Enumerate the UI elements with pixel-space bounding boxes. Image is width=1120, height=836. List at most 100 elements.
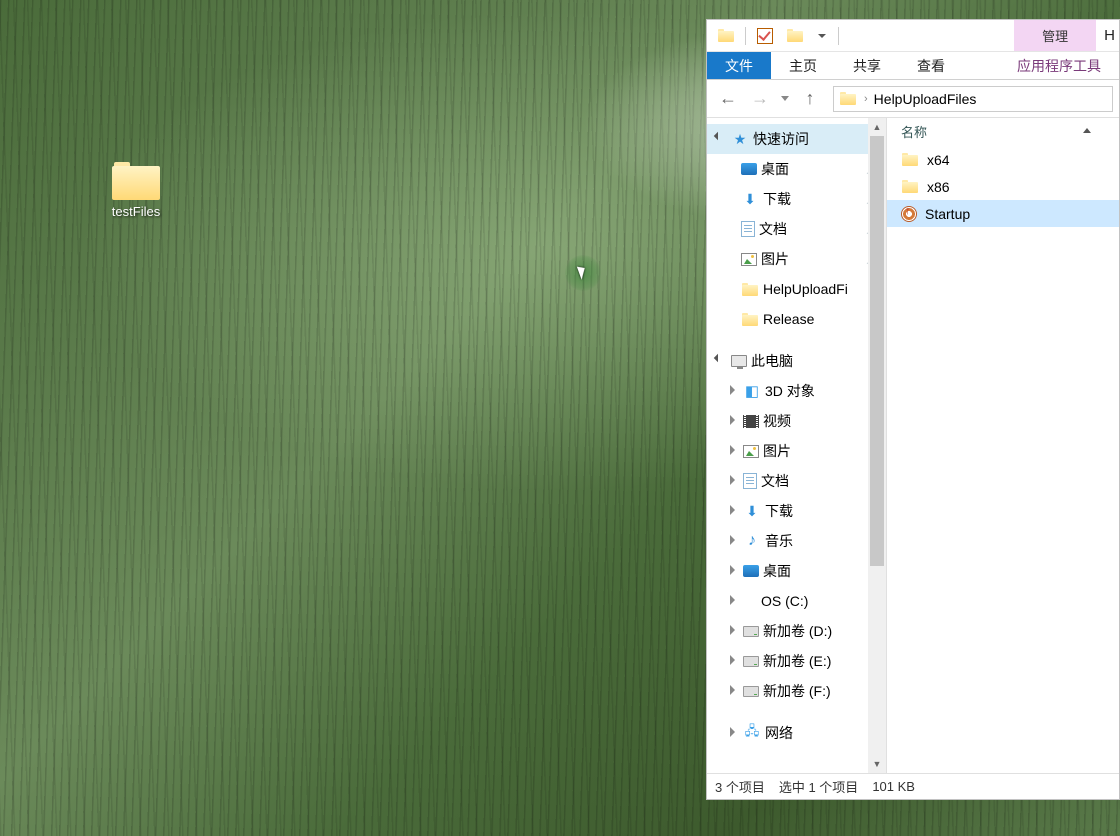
expander-icon[interactable] [727, 475, 739, 487]
nav-downloads-pc[interactable]: 下载 [707, 496, 886, 526]
sort-ascending-icon [1083, 128, 1091, 133]
breadcrumb-location[interactable]: HelpUploadFiles [874, 91, 977, 107]
content-pane: 名称 x64 x86 Startup [887, 118, 1119, 773]
status-selected-count: 选中 1 个项目 [779, 777, 858, 796]
tree-label: HelpUploadFi [763, 281, 848, 297]
tree-label: OS (C:) [761, 593, 808, 609]
breadcrumb-separator-icon[interactable]: › [864, 93, 868, 105]
nav-network[interactable]: 网络 [707, 718, 886, 748]
nav-this-pc[interactable]: 此电脑 [707, 346, 886, 376]
nav-videos[interactable]: 视频 [707, 406, 886, 436]
expander-icon[interactable] [727, 445, 739, 457]
documents-icon [741, 221, 755, 237]
file-name: Startup [925, 206, 970, 222]
expander-icon[interactable] [727, 595, 739, 607]
tree-label: 新加卷 (F:) [763, 681, 831, 701]
nav-pictures-pc[interactable]: 图片 [707, 436, 886, 466]
nav-desktop[interactable]: 桌面 [707, 154, 886, 184]
folder-icon [901, 178, 919, 196]
expander-icon[interactable] [727, 385, 739, 397]
navigation-bar: › HelpUploadFiles [707, 80, 1119, 118]
expander-icon[interactable] [715, 355, 727, 367]
nav-documents[interactable]: 文档 [707, 214, 886, 244]
pictures-icon [743, 445, 759, 458]
nav-drive-d[interactable]: 新加卷 (D:) [707, 616, 886, 646]
qat-properties-icon[interactable] [756, 27, 774, 45]
tab-home[interactable]: 主页 [771, 52, 835, 79]
expander-icon[interactable] [727, 565, 739, 577]
qat-dropdown-icon[interactable] [816, 27, 828, 45]
nav-drive-e[interactable]: 新加卷 (E:) [707, 646, 886, 676]
tree-label: 文档 [761, 471, 789, 491]
nav-helpuploadfiles[interactable]: HelpUploadFi [707, 274, 886, 304]
nav-scrollbar[interactable]: ▲ ▼ [868, 118, 886, 773]
nav-release[interactable]: Release [707, 304, 886, 334]
status-selected-size: 101 KB [872, 779, 915, 794]
tab-file[interactable]: 文件 [707, 52, 771, 79]
tab-app-tools[interactable]: 应用程序工具 [999, 52, 1119, 79]
tree-label: 视频 [763, 411, 791, 431]
nav-drive-f[interactable]: 新加卷 (F:) [707, 676, 886, 706]
nav-history-dropdown[interactable] [777, 84, 793, 114]
expander-icon[interactable] [715, 133, 727, 145]
nav-forward-button[interactable] [745, 84, 775, 114]
desktop-folder-testfiles[interactable]: testFiles [95, 160, 177, 219]
file-name: x86 [927, 179, 950, 195]
column-label: 名称 [901, 122, 927, 141]
pc-icon [731, 355, 747, 367]
manage-contextual-tab[interactable]: 管理 [1014, 20, 1096, 51]
nav-back-button[interactable] [713, 84, 743, 114]
list-item-startup[interactable]: Startup [887, 200, 1119, 227]
expander-icon[interactable] [727, 727, 739, 739]
download-icon [743, 502, 761, 520]
address-folder-icon [840, 92, 856, 105]
nav-3d-objects[interactable]: 3D 对象 [707, 376, 886, 406]
star-icon [731, 130, 749, 148]
status-item-count: 3 个项目 [715, 777, 765, 796]
tree-label: 音乐 [765, 531, 793, 551]
list-item-x86[interactable]: x86 [887, 173, 1119, 200]
tree-label: Release [763, 311, 814, 327]
startup-app-icon [901, 206, 917, 222]
scroll-down-icon[interactable]: ▼ [868, 755, 886, 773]
expander-icon[interactable] [727, 625, 739, 637]
address-bar[interactable]: › HelpUploadFiles [833, 86, 1113, 112]
nav-pictures[interactable]: 图片 [707, 244, 886, 274]
expander-icon[interactable] [727, 685, 739, 697]
scroll-up-icon[interactable]: ▲ [868, 118, 886, 136]
nav-quick-access[interactable]: 快速访问 [707, 124, 886, 154]
cube-icon [743, 382, 761, 400]
expander-icon[interactable] [727, 415, 739, 427]
nav-downloads[interactable]: 下载 [707, 184, 886, 214]
scroll-thumb[interactable] [870, 136, 884, 566]
nav-desktop-pc[interactable]: 桌面 [707, 556, 886, 586]
tree-label: 新加卷 (D:) [763, 621, 832, 641]
list-item-x64[interactable]: x64 [887, 146, 1119, 173]
ribbon-tabs: 文件 主页 共享 查看 应用程序工具 [707, 52, 1119, 80]
drive-icon [743, 656, 759, 667]
folder-icon [901, 151, 919, 169]
status-bar: 3 个项目 选中 1 个项目 101 KB [707, 773, 1119, 799]
explorer-body: 快速访问 桌面 下载 文档 图片 [707, 118, 1119, 773]
qat-folder-icon[interactable] [786, 27, 804, 45]
file-list[interactable]: x64 x86 Startup [887, 146, 1119, 773]
expander-icon[interactable] [727, 535, 739, 547]
tab-share[interactable]: 共享 [835, 52, 899, 79]
titlebar-divider [838, 27, 839, 45]
column-header-name[interactable]: 名称 [887, 118, 1119, 146]
nav-drive-c[interactable]: OS (C:) [707, 586, 886, 616]
expander-icon[interactable] [727, 655, 739, 667]
tree-label: 图片 [763, 441, 791, 461]
folder-icon [741, 310, 759, 328]
tab-view[interactable]: 查看 [899, 52, 963, 79]
desktop-icon [741, 163, 757, 175]
tree-label: 桌面 [763, 561, 791, 581]
tree-label: 新加卷 (E:) [763, 651, 831, 671]
nav-music[interactable]: 音乐 [707, 526, 886, 556]
expander-icon[interactable] [727, 505, 739, 517]
tree-label: 3D 对象 [765, 381, 815, 401]
tree-label: 快速访问 [753, 129, 809, 149]
nav-up-button[interactable] [795, 84, 825, 114]
titlebar[interactable]: 管理 H [707, 20, 1119, 52]
nav-documents-pc[interactable]: 文档 [707, 466, 886, 496]
